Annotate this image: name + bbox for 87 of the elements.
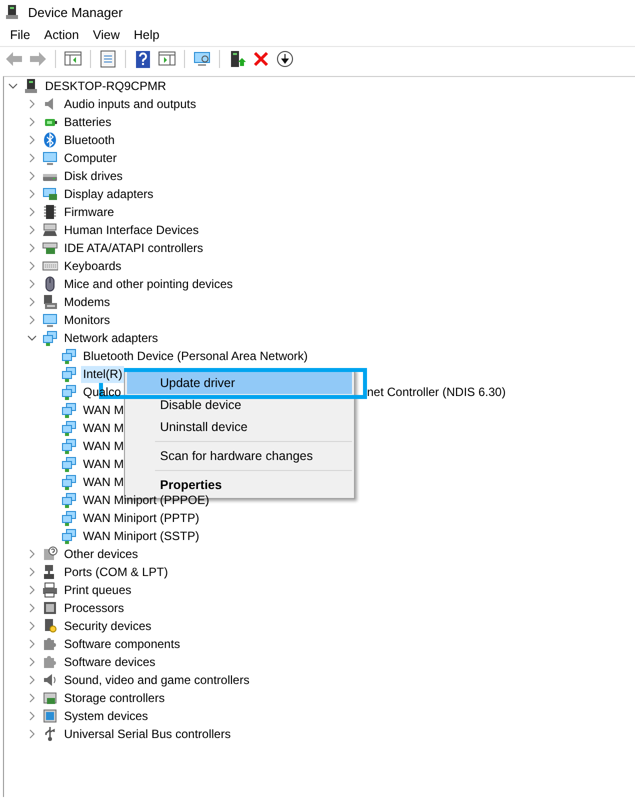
tree-item[interactable]: Ports (COM & LPT) [62,564,170,580]
back-arrow-icon [5,50,23,68]
menu-item[interactable]: File [3,28,38,42]
tree-item[interactable]: Other devices [62,546,140,562]
menu-item[interactable]: Uninstall device [127,416,352,438]
help-icon [134,50,152,68]
scan-monitor-icon [193,50,211,68]
tree-item[interactable]: Software devices [62,654,158,670]
network-adapter-icon [61,402,77,418]
console-tree-icon [64,50,82,68]
network-adapter-icon [61,510,77,526]
menu-item[interactable]: Scan for hardware changes [127,445,352,467]
tree-item[interactable]: Universal Serial Bus controllers [62,726,233,742]
app-icon [4,4,20,20]
tree-item[interactable]: Disk drives [62,168,125,184]
network-adapter-icon [61,492,77,508]
network-icon [42,330,58,346]
download-circle-button[interactable] [274,49,296,69]
tree-item[interactable]: Bluetooth [62,132,117,148]
menu-item[interactable]: Disable device [127,394,352,416]
menu-item[interactable]: Help [126,28,166,42]
network-adapter-icon [61,420,77,436]
properties-sheet-icon [99,50,117,68]
tree-item[interactable]: Computer [62,150,119,166]
tree-item[interactable]: Network adapters [62,330,160,346]
tree-item[interactable]: Monitors [62,312,112,328]
network-adapter-icon [61,528,77,544]
tree-item[interactable]: Firmware [62,204,116,220]
tree-item[interactable]: Modems [62,294,112,310]
storage-icon [42,690,58,706]
tree-item[interactable]: Storage controllers [62,690,167,706]
tree-item[interactable]: Security devices [62,618,154,634]
update-driver-icon [228,50,246,68]
uninstall-icon [252,50,270,68]
network-adapter-icon [61,456,77,472]
display-adapter-icon [42,186,58,202]
tree-item[interactable]: WAN Miniport (SSTP) [81,528,202,544]
tree-item[interactable]: System devices [62,708,150,724]
puzzle-icon [42,636,58,652]
network-adapter-icon [61,384,77,400]
tree-item[interactable]: Keyboards [62,258,124,274]
controller-card-icon [42,240,58,256]
forward-arrow-icon [29,50,47,68]
menu-item[interactable]: Update driver [127,372,352,394]
security-icon [42,618,58,634]
menu-item[interactable]: View [86,28,127,42]
tree-item[interactable]: WAN M [81,474,126,490]
monitor-icon [42,312,58,328]
tree-item[interactable]: Processors [62,600,126,616]
tree-item[interactable]: Batteries [62,114,114,130]
tree-item[interactable]: Audio inputs and outputs [62,96,198,112]
printer-icon [42,582,58,598]
tree-item[interactable]: Mice and other pointing devices [62,276,235,292]
tree-item[interactable]: Sound, video and game controllers [62,672,252,688]
download-circle-icon [276,50,294,68]
tree-item[interactable]: Intel(R) [81,366,124,382]
chip-icon [42,204,58,220]
question-icon [42,546,58,562]
network-adapter-icon [61,438,77,454]
tree-item[interactable]: Bluetooth Device (Personal Area Network) [81,348,310,364]
network-adapter-icon [61,366,77,382]
computer-icon [42,150,58,166]
tree-item[interactable]: WAN M [81,420,126,436]
tree-item[interactable]: Display adapters [62,186,156,202]
forward-arrow-button[interactable] [27,49,49,69]
tree-item[interactable]: WAN M [81,402,126,418]
menu-item[interactable]: Action [37,28,86,42]
tree-item[interactable]: IDE ATA/ATAPI controllers [62,240,206,256]
tree-item[interactable]: WAN M [81,438,126,454]
network-adapter-icon [61,348,77,364]
tree-item[interactable]: Print queues [62,582,134,598]
modem-icon [42,294,58,310]
tree-item[interactable]: Software components [62,636,182,652]
bluetooth-icon [42,132,58,148]
tree-item[interactable]: DESKTOP-RQ9CPMR [43,78,168,94]
window-title: Device Manager [28,4,123,20]
computer-tower-icon [23,78,39,94]
tree-item-text: net Controller (NDIS 6.30) [367,384,506,400]
processor-icon [42,600,58,616]
tree-item[interactable]: WAN Miniport (PPTP) [81,510,202,526]
speaker-icon [42,672,58,688]
tree-item[interactable]: Human Interface Devices [62,222,201,238]
network-adapter-icon [61,474,77,490]
puzzle-icon [42,654,58,670]
system-icon [42,708,58,724]
action-pane-icon [158,50,176,68]
tree-item[interactable]: WAN M [81,456,126,472]
